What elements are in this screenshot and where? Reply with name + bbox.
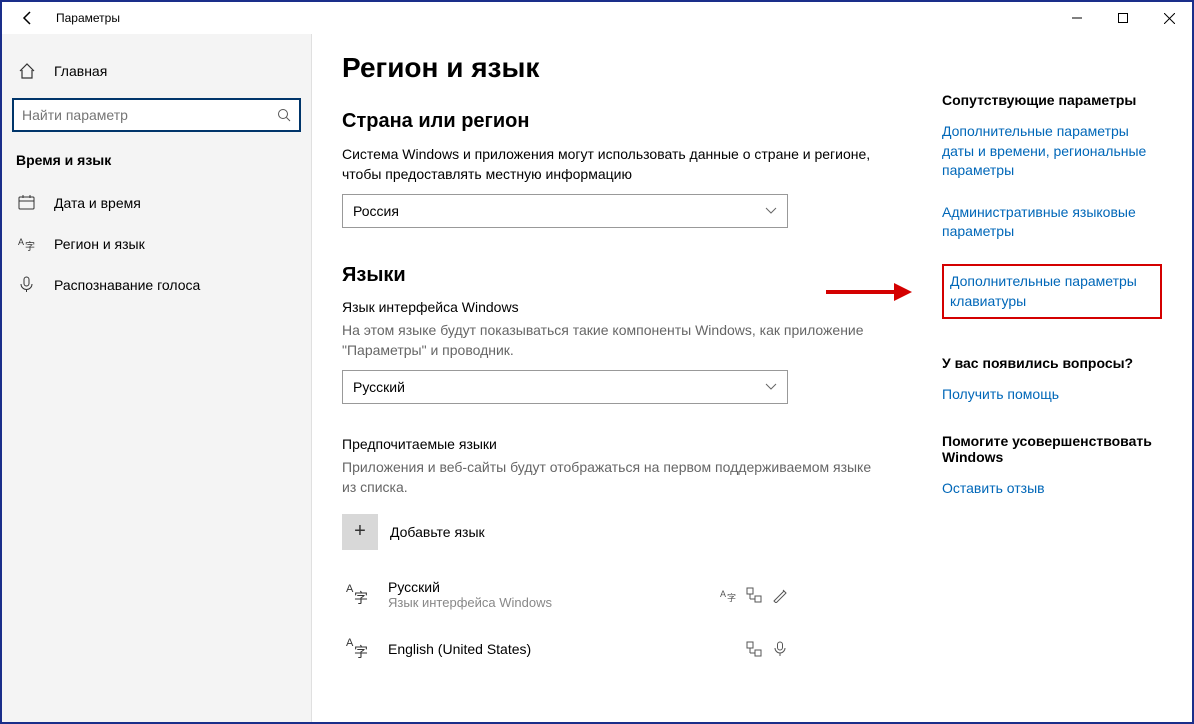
language-glyph-icon: A字 — [342, 578, 376, 612]
window-controls — [1054, 3, 1192, 33]
add-language-label: Добавьте язык — [390, 524, 485, 540]
sidebar-item-date-time[interactable]: Дата и время — [2, 182, 311, 223]
language-subtitle: Язык интерфейса Windows — [388, 595, 720, 610]
chevron-down-icon — [765, 383, 777, 391]
add-language-button[interactable]: + Добавьте язык — [342, 514, 882, 550]
language-item[interactable]: A字 Русский Язык интерфейса Windows A字 — [342, 568, 788, 622]
sidebar-item-label: Распознавание голоса — [54, 277, 200, 293]
sidebar-item-label: Регион и язык — [54, 236, 145, 252]
svg-text:A: A — [18, 237, 24, 247]
svg-text:字: 字 — [354, 644, 368, 660]
preferred-lang-desc: Приложения и веб-сайты будут отображатьс… — [342, 458, 882, 497]
language-feature-badges — [746, 641, 788, 657]
country-dropdown[interactable]: Россия — [342, 194, 788, 228]
minimize-button[interactable] — [1054, 3, 1100, 33]
related-heading: Сопутствующие параметры — [942, 92, 1162, 108]
text-to-speech-icon: A字 — [720, 587, 736, 603]
search-input[interactable] — [22, 107, 277, 123]
display-lang-label: Язык интерфейса Windows — [342, 299, 882, 315]
right-panel: Сопутствующие параметры Дополнительные п… — [882, 52, 1162, 722]
sidebar-item-speech[interactable]: Распознавание голоса — [2, 264, 311, 305]
preferred-lang-label: Предпочитаемые языки — [342, 436, 882, 452]
language-name: Русский — [388, 579, 720, 595]
language-name: English (United States) — [388, 641, 746, 657]
svg-text:字: 字 — [354, 590, 368, 606]
svg-text:A: A — [346, 637, 354, 649]
country-heading: Страна или регион — [342, 110, 882, 133]
questions-heading: У вас появились вопросы? — [942, 355, 1162, 371]
svg-text:字: 字 — [25, 240, 35, 252]
country-value: Россия — [353, 203, 765, 219]
language-icon: A字 — [18, 235, 38, 252]
language-feature-badges: A字 — [720, 587, 788, 603]
clock-icon — [18, 194, 38, 211]
related-link-keyboard-advanced[interactable]: Дополнительные параметры клавиатуры — [942, 264, 1162, 319]
languages-heading: Языки — [342, 264, 882, 287]
home-icon — [18, 62, 38, 80]
help-link[interactable]: Получить помощь — [942, 385, 1162, 405]
sidebar-item-label: Дата и время — [54, 195, 141, 211]
language-glyph-icon: A字 — [342, 632, 376, 666]
speech-icon — [772, 641, 788, 657]
feedback-link[interactable]: Оставить отзыв — [942, 479, 1162, 499]
maximize-button[interactable] — [1100, 3, 1146, 33]
chevron-down-icon — [765, 207, 777, 215]
page-title: Регион и язык — [342, 52, 882, 84]
titlebar: Параметры — [2, 2, 1192, 34]
display-lang-value: Русский — [353, 379, 765, 395]
improve-heading: Помогите усовершенствовать Windows — [942, 433, 1162, 465]
search-box[interactable] — [12, 98, 301, 132]
sidebar-item-region-language[interactable]: A字 Регион и язык — [2, 223, 311, 264]
keyboard-options-icon — [746, 587, 762, 603]
search-icon — [277, 108, 291, 122]
language-item[interactable]: A字 English (United States) — [342, 622, 788, 676]
sidebar-home[interactable]: Главная — [2, 54, 311, 88]
window-title: Параметры — [56, 11, 120, 25]
display-lang-dropdown[interactable]: Русский — [342, 370, 788, 404]
close-button[interactable] — [1146, 3, 1192, 33]
sidebar-category: Время и язык — [2, 148, 311, 182]
display-lang-desc: На этом языке будут показываться такие к… — [342, 321, 882, 360]
country-desc: Система Windows и приложения могут испол… — [342, 145, 882, 184]
related-link-datetime[interactable]: Дополнительные параметры даты и времени,… — [942, 122, 1162, 181]
svg-text:字: 字 — [727, 592, 736, 603]
svg-text:A: A — [346, 583, 354, 595]
back-button[interactable] — [14, 4, 42, 32]
keyboard-options-icon — [746, 641, 762, 657]
plus-icon: + — [342, 514, 378, 550]
microphone-icon — [18, 276, 38, 293]
handwriting-icon — [772, 587, 788, 603]
svg-text:A: A — [720, 589, 726, 599]
sidebar-home-label: Главная — [54, 63, 107, 79]
related-link-admin-lang[interactable]: Административные языковые параметры — [942, 203, 1162, 242]
sidebar: Главная Время и язык Дата и время A字 Рег… — [2, 34, 312, 722]
